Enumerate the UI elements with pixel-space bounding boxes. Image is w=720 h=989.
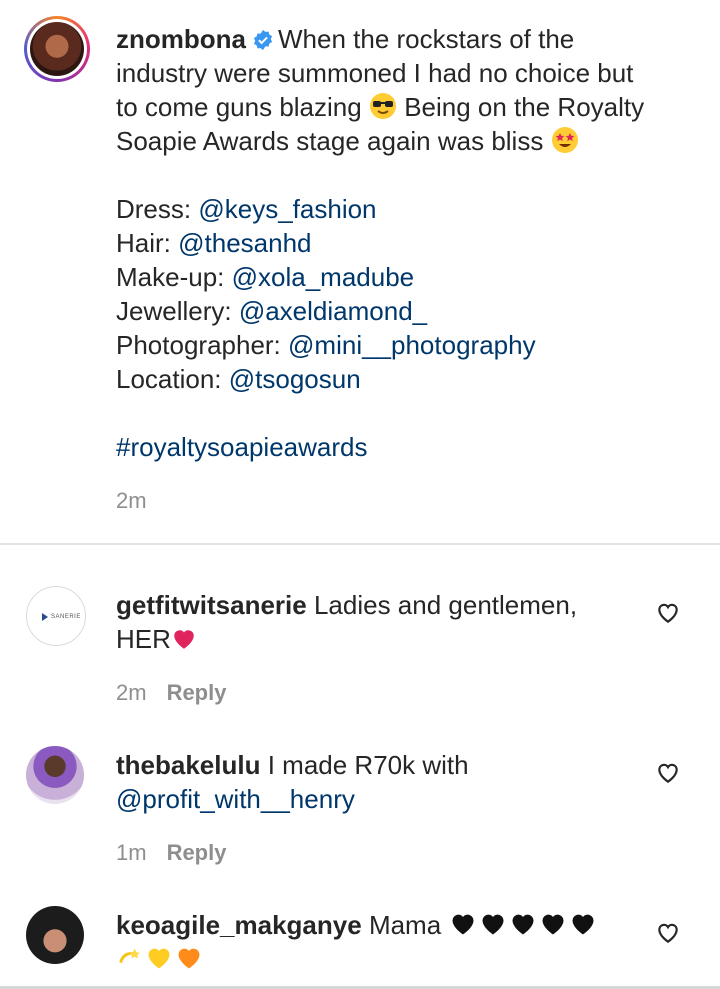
comment-timestamp: 2m xyxy=(116,680,147,705)
comment-avatar[interactable]: SANERIE xyxy=(26,586,86,646)
comment-body: getfitwitsanerie Ladies and gentlemen, H… xyxy=(116,590,578,654)
credit-line: Location: @tsogosun xyxy=(116,364,361,394)
reply-button[interactable]: Reply xyxy=(167,680,227,705)
verified-badge-icon xyxy=(253,29,273,51)
caption-line: Being on the Royalty xyxy=(404,92,645,122)
divider xyxy=(0,543,720,545)
sunglasses-emoji-icon xyxy=(369,93,396,119)
comment-body: keoagile_makganye Mama xyxy=(116,908,636,976)
mention-link[interactable]: @xola_madube xyxy=(232,262,415,292)
credit-line: Dress: @keys_fashion xyxy=(116,194,377,224)
brand-logo: SANERIE xyxy=(40,611,80,623)
mention-link[interactable]: @axeldiamond_ xyxy=(239,296,427,326)
like-heart-icon[interactable] xyxy=(655,920,681,946)
black-heart-emoji-icon xyxy=(542,914,564,935)
comment-avatar[interactable] xyxy=(26,906,84,964)
dizzy-emoji-icon xyxy=(119,948,140,964)
black-heart-emoji-icon xyxy=(452,914,474,935)
comment-timestamp: 1m xyxy=(116,840,147,865)
red-heart-emoji-icon xyxy=(174,630,194,649)
mention-link[interactable]: @mini__photography xyxy=(288,330,536,360)
post-timestamp: 2m xyxy=(116,488,147,513)
post-author-avatar[interactable] xyxy=(24,16,90,82)
caption-line: to come guns blazing xyxy=(116,92,362,122)
black-heart-emoji-icon xyxy=(572,914,594,935)
caption-line: When the rockstars of the xyxy=(278,24,575,54)
comment-username[interactable]: keoagile_makganye xyxy=(116,910,362,940)
mention-link[interactable]: @profit_with__henry xyxy=(116,782,636,816)
credit-line: Make-up: @xola_madube xyxy=(116,262,415,292)
black-heart-emoji-icon xyxy=(482,914,504,935)
star-struck-emoji-icon xyxy=(551,127,578,153)
comment-avatar[interactable] xyxy=(26,746,84,804)
reply-button[interactable]: Reply xyxy=(167,840,227,865)
caption-line: industry were summoned I had no choice b… xyxy=(116,58,634,88)
like-heart-icon[interactable] xyxy=(655,760,681,786)
like-heart-icon[interactable] xyxy=(655,600,681,626)
yellow-heart-emoji-icon xyxy=(148,948,170,969)
orange-heart-emoji-icon xyxy=(178,948,200,969)
credit-line: Jewellery: @axeldiamond_ xyxy=(116,296,428,326)
comment-body: thebakelulu I made R70k with @profit_wit… xyxy=(116,748,636,816)
comment-username[interactable]: thebakelulu xyxy=(116,750,260,780)
hashtag-link[interactable]: #royaltysoapieawards xyxy=(116,430,696,464)
post-caption: znombona When the rockstars of the indust… xyxy=(116,22,696,464)
comment-meta: 1m Reply xyxy=(116,840,226,866)
mention-link[interactable]: @tsogosun xyxy=(229,364,361,394)
credit-line: Hair: @thesanhd xyxy=(116,228,312,258)
mention-link[interactable]: @thesanhd xyxy=(178,228,311,258)
comment-username[interactable]: getfitwitsanerie xyxy=(116,590,307,620)
caption-line: Soapie Awards stage again was bliss xyxy=(116,126,544,156)
credit-line: Photographer: @mini__photography xyxy=(116,330,536,360)
comment-meta: 2m Reply xyxy=(116,680,226,706)
post-username[interactable]: znombona xyxy=(116,24,246,54)
mention-link[interactable]: @keys_fashion xyxy=(198,194,376,224)
avatar-photo xyxy=(30,22,84,76)
black-heart-emoji-icon xyxy=(512,914,534,935)
